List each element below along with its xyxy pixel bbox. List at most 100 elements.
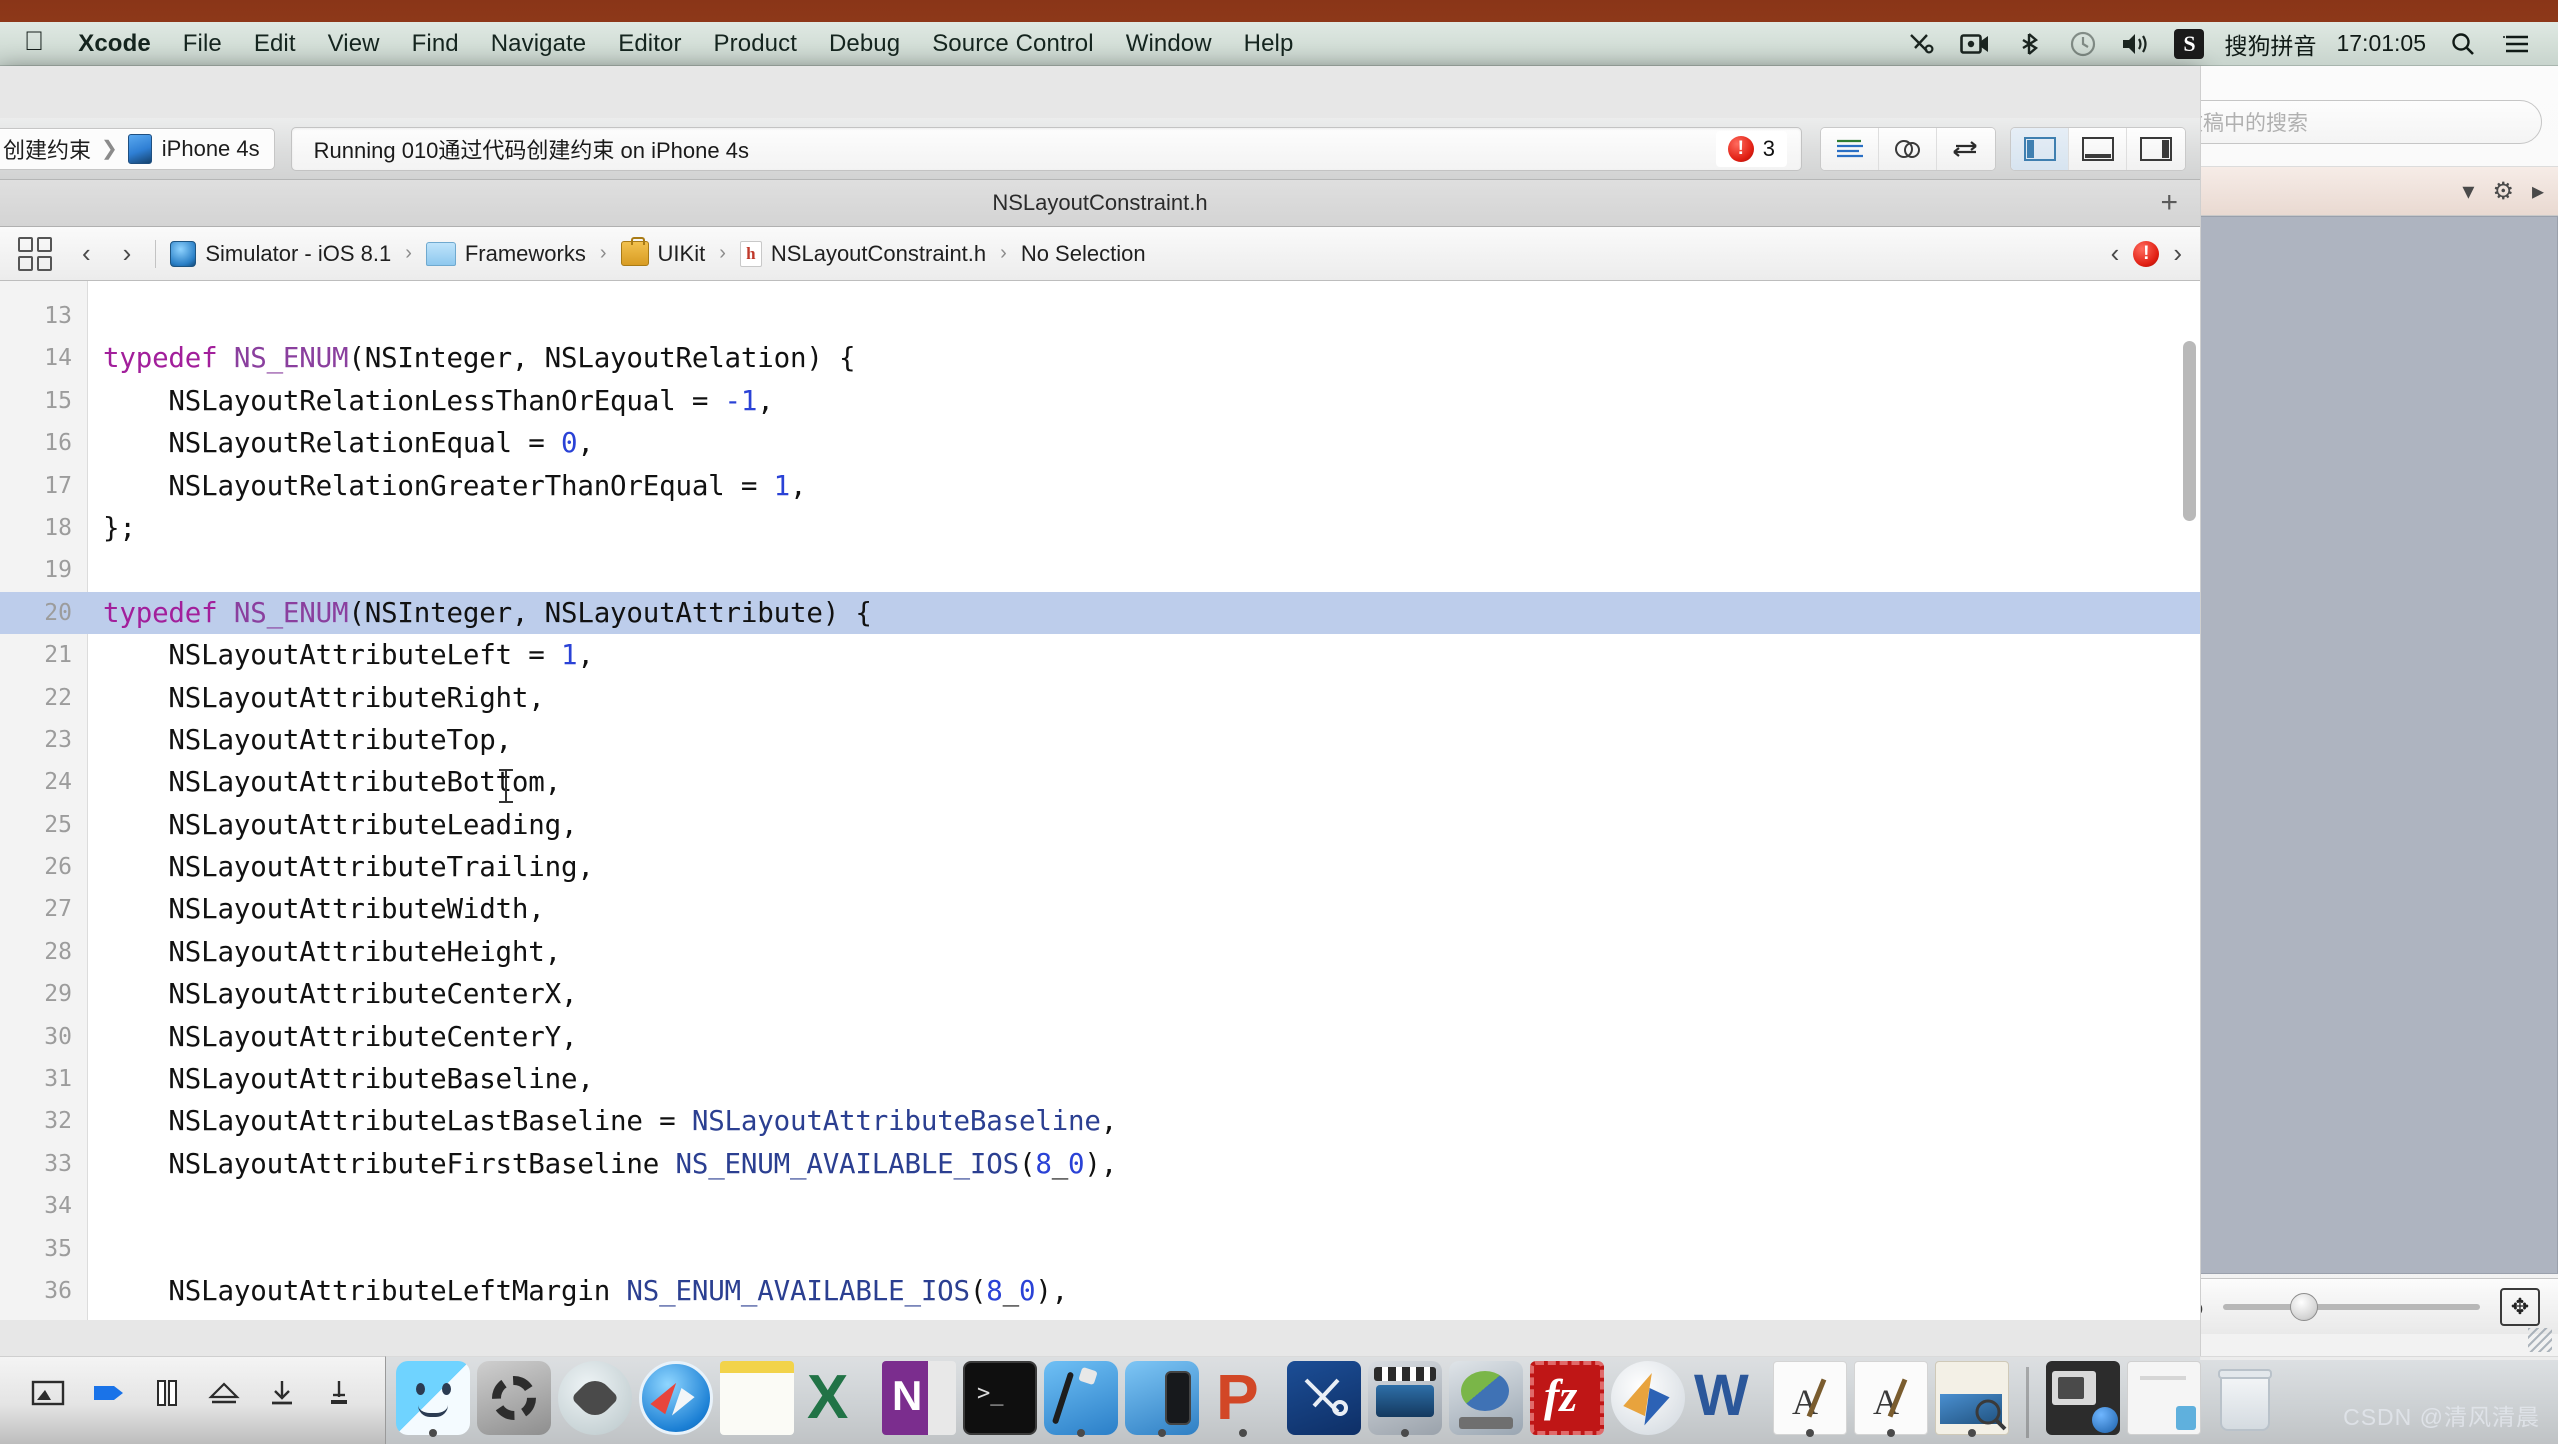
issue-counter[interactable]: ! 3 (1716, 131, 1787, 167)
zoom-slider-handle[interactable] (2290, 1293, 2318, 1321)
code-line: 17 NSLayoutRelationGreaterThanOrEqual = … (0, 465, 2200, 507)
dock-item-trash[interactable] (2208, 1361, 2282, 1435)
dock-item-system-preferences[interactable] (477, 1361, 551, 1435)
panel-document-area[interactable] (2200, 216, 2558, 1274)
standard-editor-button[interactable] (1821, 128, 1879, 170)
dock-item-safari[interactable] (639, 1361, 713, 1435)
code-line: 13 (0, 295, 2200, 337)
menu-item-edit[interactable]: Edit (238, 28, 312, 60)
related-items-icon[interactable] (18, 237, 52, 271)
flag-icon[interactable] (92, 1380, 126, 1406)
breadcrumb-label: No Selection (1021, 241, 1146, 267)
breadcrumb-uikit[interactable]: UIKit (617, 241, 710, 267)
error-icon[interactable]: ! (2133, 241, 2159, 267)
apple-menu-icon[interactable]:  (10, 28, 62, 59)
downloads-stack-icon (2046, 1361, 2120, 1435)
search-icon[interactable] (2446, 29, 2480, 59)
dock-item-preview[interactable] (1935, 1361, 2009, 1435)
dock-item-textedit[interactable]: A (1773, 1361, 1847, 1435)
menu-item-find[interactable]: Find (396, 28, 475, 60)
scissors-icon[interactable] (1904, 29, 1938, 59)
dock-item-snipaste[interactable] (1287, 1361, 1361, 1435)
toggle-navigator-button[interactable] (2011, 128, 2069, 170)
pause-icon[interactable] (153, 1378, 181, 1408)
code-token: (NSInteger, NSLayoutRelation) { (348, 342, 855, 374)
chevron-down-icon[interactable]: ▾ (2462, 177, 2474, 206)
line-number: 20 (0, 592, 88, 634)
eject-icon[interactable] (208, 1379, 240, 1407)
toggle-debug-area-button[interactable] (2069, 128, 2127, 170)
breadcrumb-simulator[interactable]: Simulator - iOS 8.1 (166, 241, 395, 267)
code-token: NSLayoutAttributeFirstBaseline (103, 1148, 675, 1180)
code-token: NSLayoutRelationGreaterThanOrEqual = (103, 470, 774, 502)
dock-item-font-book[interactable]: A (1854, 1361, 1928, 1435)
chevron-right-icon[interactable]: ▸ (2532, 177, 2544, 206)
dock-item-keynote[interactable]: P (1206, 1361, 1280, 1435)
code-content[interactable]: 1314typedef NS_ENUM(NSInteger, NSLayoutR… (0, 281, 2200, 1320)
code-line: 31 NSLayoutAttributeBaseline, (0, 1058, 2200, 1100)
code-token: NSLayoutAttributeLeading, (103, 809, 577, 841)
menu-item-view[interactable]: View (312, 28, 396, 60)
dock-item-excel[interactable]: X (801, 1361, 875, 1435)
forward-icon[interactable]: › (109, 238, 146, 269)
bluetooth-icon[interactable] (2012, 29, 2046, 59)
assistant-editor-button[interactable] (1879, 128, 1937, 170)
dock-item-documents[interactable] (2127, 1361, 2201, 1435)
menu-item-navigate[interactable]: Navigate (475, 28, 603, 60)
menu-item-debug[interactable]: Debug (813, 28, 916, 60)
dock-item-launchpad[interactable] (558, 1361, 632, 1435)
compass-icon (639, 1361, 713, 1435)
dock-item-terminal[interactable]: >_ (963, 1361, 1037, 1435)
fullscreen-icon[interactable]: ✥ (2500, 1288, 2540, 1326)
dock-item-filezilla[interactable]: fz (1530, 1361, 1604, 1435)
menu-bar-clock[interactable]: 17:01:05 (2336, 30, 2426, 57)
add-tab-button[interactable]: + (2160, 188, 2178, 218)
menu-item-product[interactable]: Product (698, 28, 813, 60)
dock-item-onenote[interactable]: N (882, 1361, 956, 1435)
gear-icon[interactable]: ⚙ (2492, 177, 2514, 206)
next-issue-button[interactable]: › (2173, 238, 2182, 269)
code-token: NSLayoutRelationEqual = (103, 427, 561, 459)
search-input[interactable]: 显示文稿中的搜索 (2200, 100, 2542, 144)
dock-item-xcode[interactable] (1044, 1361, 1118, 1435)
volume-icon[interactable] (2120, 29, 2154, 59)
sogou-input-icon[interactable]: S (2174, 29, 2204, 59)
dock-item-stickies[interactable] (720, 1361, 794, 1435)
toggle-utilities-button[interactable] (2127, 128, 2185, 170)
dock-item-sketch[interactable] (1611, 1361, 1685, 1435)
menu-item-help[interactable]: Help (1228, 28, 1310, 60)
window-resize-handle[interactable] (2528, 1328, 2552, 1352)
install-icon[interactable] (324, 1378, 354, 1408)
dock-item-simulator[interactable] (1125, 1361, 1199, 1435)
download-icon[interactable] (267, 1378, 297, 1408)
xcode-window: 创建约束 ❯ iPhone 4s Running 010通过代码创建约束 on … (0, 66, 2200, 1356)
scheme-selector[interactable]: 创建约束 ❯ iPhone 4s (0, 128, 275, 170)
previous-issue-button[interactable]: ‹ (2111, 238, 2120, 269)
menu-item-source-control[interactable]: Source Control (916, 28, 1109, 60)
breadcrumb-file[interactable]: h NSLayoutConstraint.h (736, 241, 990, 267)
menu-item-window[interactable]: Window (1110, 28, 1228, 60)
menu-item-file[interactable]: File (167, 28, 238, 60)
onenote-icon: N (882, 1361, 956, 1435)
error-icon: ! (1728, 136, 1754, 162)
screenshot-icon[interactable] (31, 1379, 65, 1407)
time-machine-icon[interactable] (2066, 29, 2100, 59)
tab-nslayoutconstraint-h[interactable]: NSLayoutConstraint.h (992, 190, 1207, 216)
breadcrumb-selection[interactable]: No Selection (1017, 241, 1150, 267)
screen-record-icon[interactable] (1958, 29, 1992, 59)
breadcrumb-frameworks[interactable]: Frameworks (422, 241, 590, 267)
menu-item-editor[interactable]: Editor (602, 28, 697, 60)
dock-item-downloads[interactable] (2046, 1361, 2120, 1435)
notification-center-icon[interactable] (2500, 29, 2534, 59)
back-icon[interactable]: ‹ (68, 238, 105, 269)
source-editor[interactable]: 1314typedef NS_ENUM(NSInteger, NSLayoutR… (0, 281, 2200, 1320)
input-method-label[interactable]: 搜狗拼音 (2224, 27, 2316, 61)
zoom-slider[interactable] (2223, 1304, 2480, 1310)
dock-item-quicktime[interactable] (1368, 1361, 1442, 1435)
menu-item-xcode[interactable]: Xcode (62, 28, 167, 60)
dock-item-word[interactable]: W (1692, 1361, 1766, 1435)
version-editor-button[interactable] (1937, 128, 1995, 170)
dock-item-mamp[interactable] (1449, 1361, 1523, 1435)
dock-item-finder[interactable] (396, 1361, 470, 1435)
editor-scrollbar[interactable] (2183, 341, 2196, 521)
